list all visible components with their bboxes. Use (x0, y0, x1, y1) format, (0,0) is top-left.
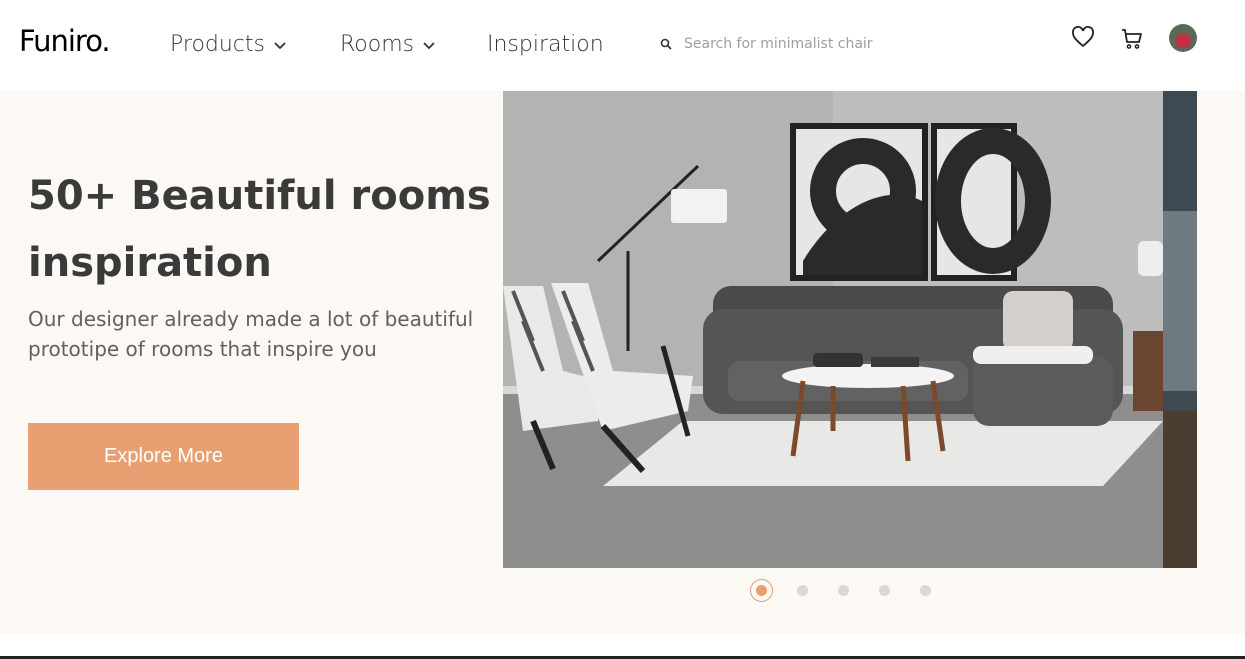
slider-dot-fill (756, 585, 767, 596)
room-image[interactable] (503, 91, 1163, 568)
next-room-preview[interactable] (1163, 91, 1197, 568)
heart-icon[interactable] (1071, 26, 1095, 48)
hero-section: 50+ Beautiful rooms inspiration Our desi… (0, 91, 1245, 634)
site-header: Funiro. Products Rooms Inspiration (0, 0, 1245, 91)
slider-dot[interactable] (838, 585, 849, 596)
chevron-down-icon (274, 41, 286, 49)
explore-more-button[interactable]: Explore More (28, 423, 299, 490)
search-bar (660, 36, 924, 52)
avatar[interactable] (1169, 24, 1197, 52)
search-input[interactable] (684, 36, 924, 52)
chevron-down-icon (423, 41, 435, 49)
slider-dots (750, 579, 961, 602)
slider-dot[interactable] (920, 585, 931, 596)
hero-subtitle: Our designer already made a lot of beaut… (28, 307, 474, 361)
hero-title: 50+ Beautiful rooms inspiration (28, 173, 491, 286)
search-icon[interactable] (660, 38, 672, 50)
nav-products-label: Products (170, 32, 265, 57)
slider-dot[interactable] (879, 585, 890, 596)
slider-dot[interactable] (797, 585, 808, 596)
nav-rooms-label: Rooms (340, 32, 415, 57)
logo[interactable]: Funiro. (19, 24, 111, 58)
nav-rooms[interactable]: Rooms (340, 32, 436, 57)
slider-dot-active[interactable] (750, 579, 773, 602)
cart-icon[interactable] (1120, 27, 1144, 51)
nav-inspiration[interactable]: Inspiration (487, 32, 604, 57)
nav-inspiration-label: Inspiration (487, 32, 604, 57)
nav-products[interactable]: Products (170, 32, 287, 57)
